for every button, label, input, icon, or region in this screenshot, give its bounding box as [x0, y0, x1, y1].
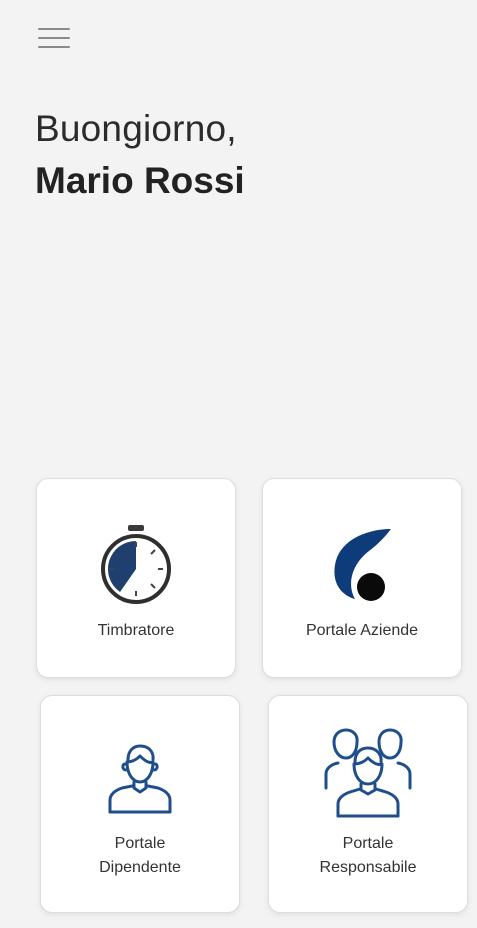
tile-portale-responsabile[interactable]: Portale Responsabile: [268, 695, 468, 913]
tile-label-line1: Portale: [342, 835, 394, 852]
tile-label: Timbratore: [97, 622, 175, 639]
tile-portale-dipendente[interactable]: Portale Dipendente: [40, 695, 240, 913]
greeting-text: Buongiorno,: [35, 108, 237, 149]
tile-label-line1: Portale: [114, 835, 166, 852]
tile-label-line2: Responsabile: [319, 859, 417, 876]
stopwatch-icon: [101, 525, 171, 604]
menu-button[interactable]: [36, 22, 72, 54]
users-group-icon: [324, 728, 412, 818]
tile-timbratore[interactable]: Timbratore: [36, 478, 236, 678]
user-name: Mario Rossi: [35, 160, 245, 201]
tile-portale-aziende[interactable]: Portale Aziende: [262, 478, 462, 678]
hamburger-line: [38, 37, 70, 39]
user-icon: [108, 744, 172, 814]
hamburger-line: [38, 46, 70, 48]
hamburger-line: [38, 28, 70, 30]
tile-label-line2: Dipendente: [99, 859, 181, 876]
company-logo-icon: [334, 529, 391, 601]
tile-label: Portale Aziende: [305, 622, 419, 639]
